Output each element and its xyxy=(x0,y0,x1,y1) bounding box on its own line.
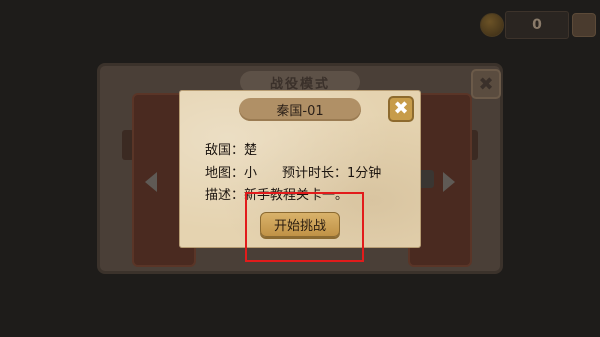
arrow-right-icon[interactable] xyxy=(443,172,455,192)
arrow-left-icon[interactable] xyxy=(145,172,157,192)
map-value: 小 xyxy=(244,166,258,181)
dialog-close-button[interactable]: ✖ xyxy=(388,96,414,122)
dialog-title: 秦国-01 xyxy=(239,98,361,121)
map-line: 地图：小 预计时长：1分钟 xyxy=(205,162,381,181)
close-icon: ✖ xyxy=(393,98,409,119)
enemy-line: 敌国：楚 xyxy=(205,139,257,158)
coin-counter: 0 xyxy=(505,11,569,39)
duration-value: 1分钟 xyxy=(347,166,382,181)
coin-icon xyxy=(480,13,504,37)
map-label: 地图： xyxy=(205,166,245,181)
shop-button[interactable] xyxy=(572,13,596,37)
enemy-value: 楚 xyxy=(244,143,258,158)
enemy-label: 敌国： xyxy=(205,143,245,158)
duration-label: 预计时长： xyxy=(282,166,348,181)
description-label: 描述： xyxy=(205,188,245,203)
campaign-panel-close-button[interactable]: ✖ xyxy=(471,69,501,99)
highlight-box xyxy=(245,192,364,262)
